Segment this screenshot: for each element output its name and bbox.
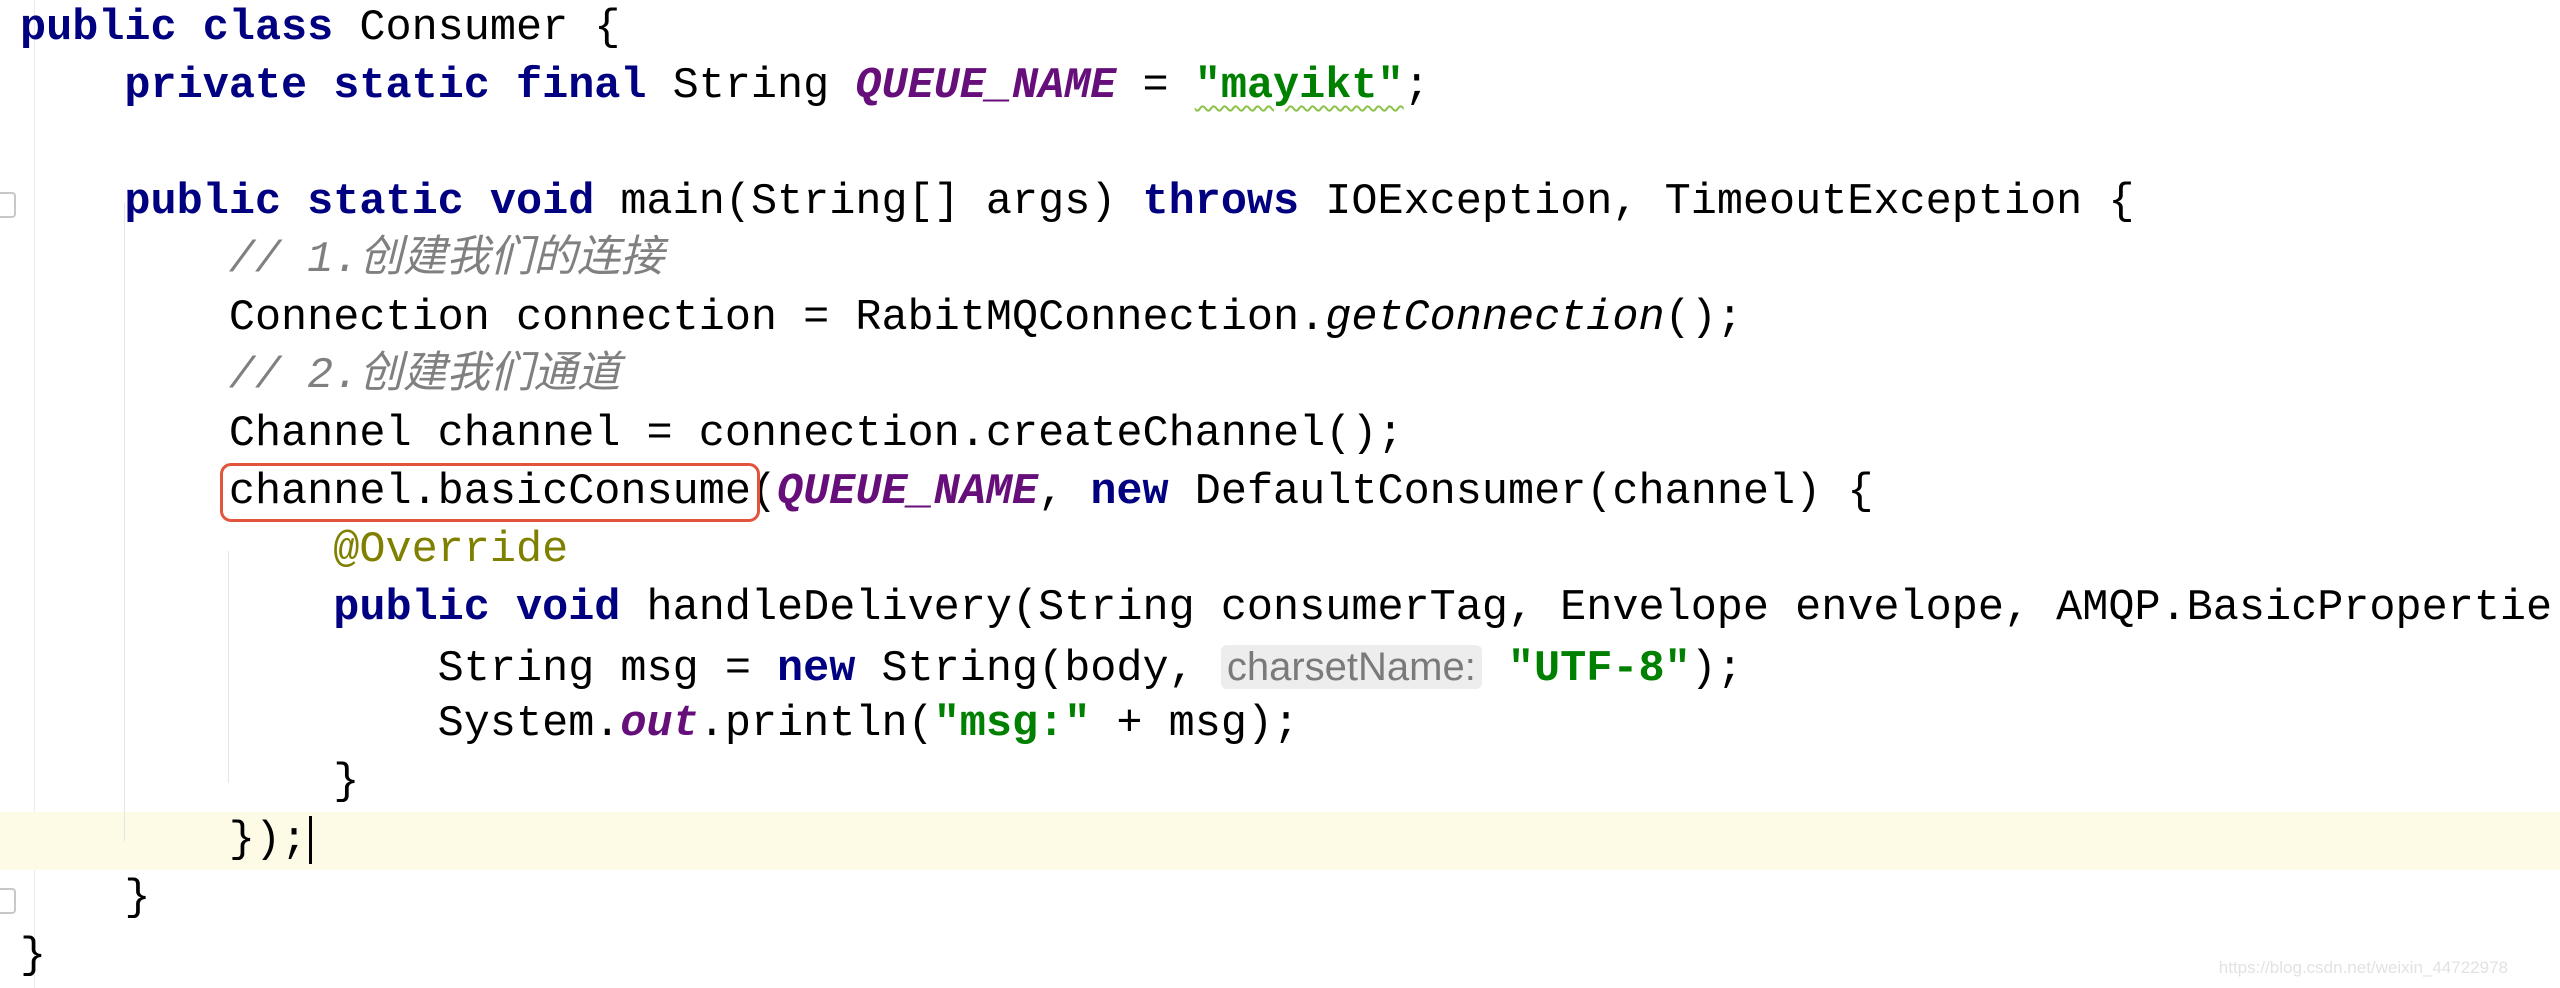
code-token: ; <box>1403 62 1430 111</box>
code-token: out <box>620 700 699 749</box>
code-token: (); <box>1664 294 1743 343</box>
code-line[interactable] <box>20 116 2552 174</box>
parameter-hint: charsetName: <box>1220 645 1482 689</box>
code-token: handleDelivery(String consumerTag, Envel… <box>620 584 2553 633</box>
code-line[interactable]: Connection connection = RabitMQConnectio… <box>20 290 2552 348</box>
code-editor[interactable]: public class Consumer { private static f… <box>0 0 2560 988</box>
code-token: "mayikt" <box>1194 62 1404 111</box>
code-token: QUEUE_NAME <box>855 62 1117 111</box>
code-token: , <box>1038 468 1091 517</box>
code-line[interactable]: System.out.println("msg:" + msg); <box>20 696 2552 754</box>
code-token: + msg); <box>1090 700 1300 749</box>
code-token: @Override <box>333 526 569 575</box>
code-line[interactable]: } <box>20 754 2552 812</box>
code-token: Consumer { <box>333 4 621 53</box>
code-token: // 1.创建我们的连接 <box>228 236 664 285</box>
code-line[interactable]: public void handleDelivery(String consum… <box>20 580 2552 638</box>
code-line[interactable]: channel.basicConsume(QUEUE_NAME, new Def… <box>20 463 2552 522</box>
code-token: } <box>124 874 151 923</box>
code-token: System. <box>437 700 621 749</box>
code-token: new <box>777 645 856 694</box>
code-token: QUEUE_NAME <box>777 468 1039 517</box>
code-token: public class <box>20 4 334 53</box>
code-line[interactable]: } <box>20 928 2552 986</box>
code-token: private static final <box>124 62 647 111</box>
code-token: IOException, TimeoutException { <box>1299 178 2135 227</box>
code-line[interactable]: @Override <box>20 522 2552 580</box>
code-token: main(String[] args) <box>594 178 1143 227</box>
code-token: = <box>1116 62 1195 111</box>
code-token: "UTF-8" <box>1507 645 1691 694</box>
code-token: } <box>20 932 47 981</box>
code-line[interactable]: // 1.创建我们的连接 <box>20 232 2552 290</box>
code-token: Channel channel = connection.createChann… <box>228 410 1404 459</box>
code-line[interactable]: public class Consumer { <box>20 0 2552 58</box>
text-caret <box>309 815 313 864</box>
watermark: https://blog.csdn.net/weixin_44722978 <box>2218 958 2508 977</box>
code-token: public void <box>333 584 621 633</box>
code-token: String msg = <box>437 645 778 694</box>
code-token: } <box>333 758 360 807</box>
code-token: "msg:" <box>933 700 1091 749</box>
code-line[interactable]: }); <box>20 812 2552 870</box>
code-line[interactable]: // 2.创建我们通道 <box>20 348 2552 406</box>
code-token: .println( <box>698 700 934 749</box>
code-token: Connection connection = RabitMQConnectio… <box>228 294 1326 343</box>
fold-icon[interactable] <box>0 888 16 914</box>
code-line[interactable]: public static void main(String[] args) t… <box>20 174 2552 232</box>
code-token: String <box>646 62 856 111</box>
code-token: String(body, <box>855 645 1221 694</box>
code-token: ); <box>1690 645 1743 694</box>
highlighted-call: channel.basicConsume <box>219 463 760 522</box>
code-token: public static void <box>124 178 595 227</box>
fold-icon[interactable] <box>0 192 16 218</box>
code-token: ( <box>750 468 778 517</box>
code-token: DefaultConsumer(channel) { <box>1168 468 1874 517</box>
code-line[interactable]: private static final String QUEUE_NAME =… <box>20 58 2552 116</box>
code-token: // 2.创建我们通道 <box>228 352 621 401</box>
code-token: getConnection <box>1325 294 1665 343</box>
code-line[interactable]: Channel channel = connection.createChann… <box>20 406 2552 464</box>
code-line[interactable]: } <box>20 870 2552 928</box>
code-line[interactable]: String msg = new String(body, charsetNam… <box>20 638 2552 696</box>
code-token: new <box>1090 468 1169 517</box>
code-area[interactable]: public class Consumer { private static f… <box>20 0 2552 986</box>
code-token: throws <box>1142 178 1300 227</box>
code-token: }); <box>228 816 308 865</box>
